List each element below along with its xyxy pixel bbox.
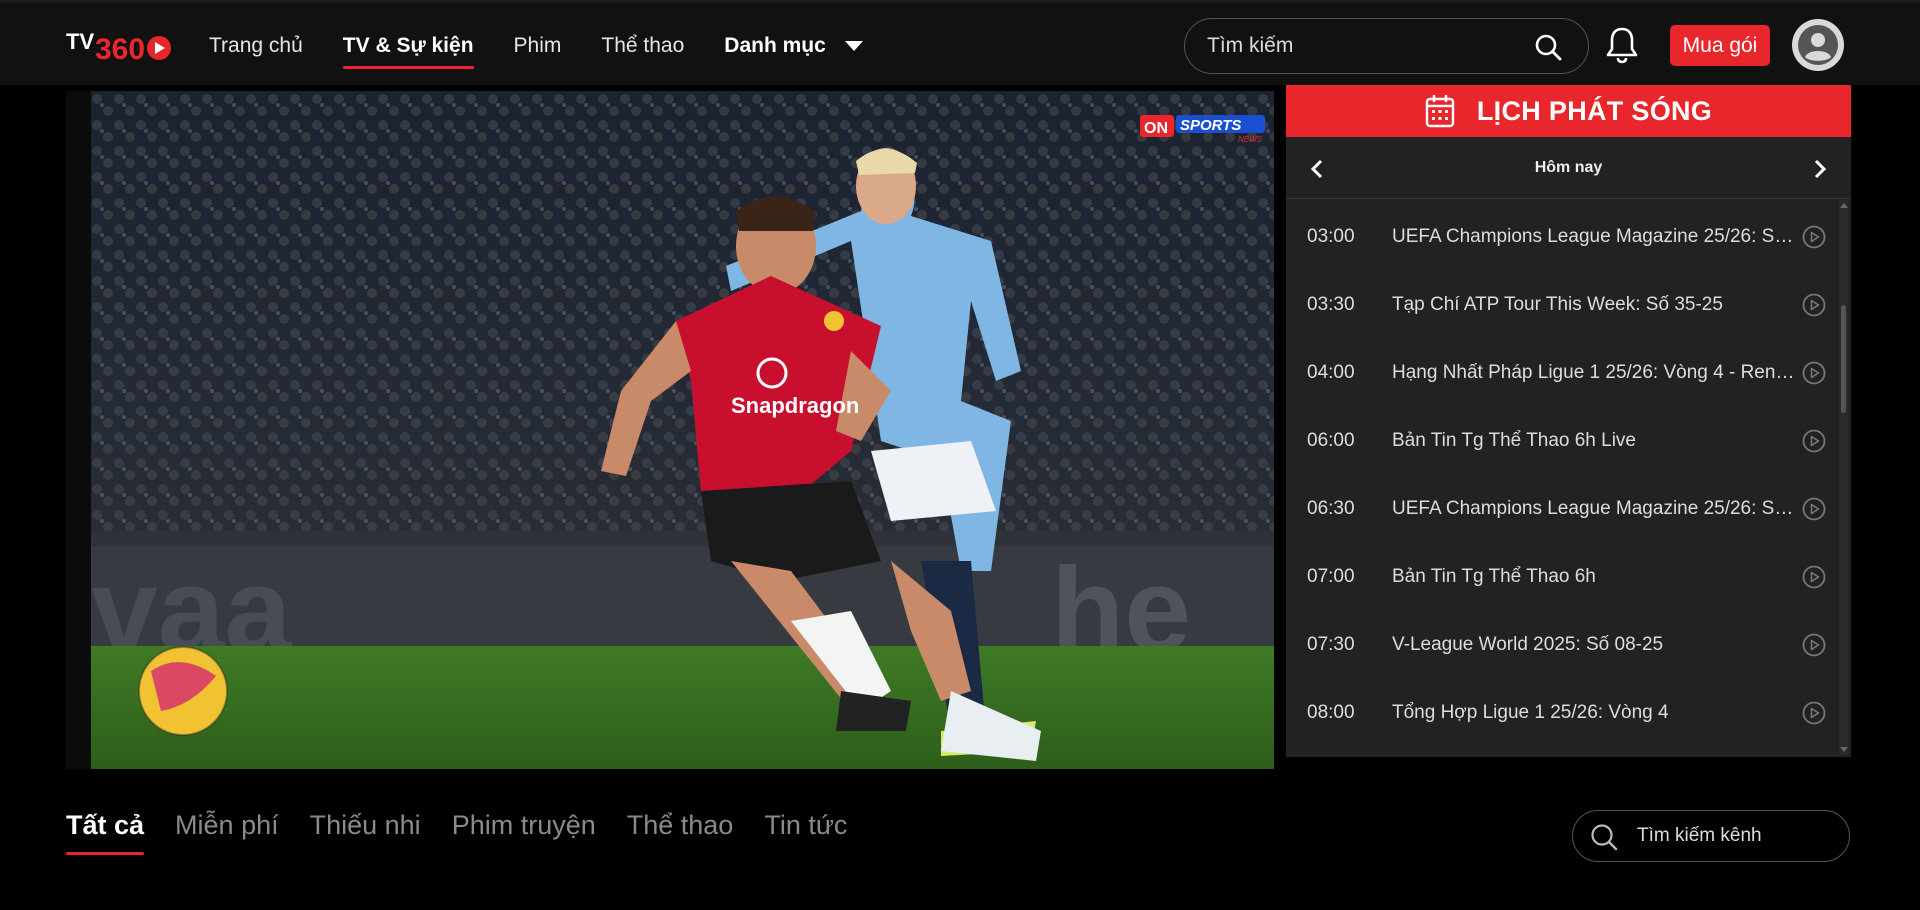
bell-icon[interactable] — [1604, 25, 1640, 65]
tab-news[interactable]: Tin tức — [764, 810, 847, 855]
channel-logo: ON SPORTS NEWS — [1140, 115, 1265, 143]
nav-item-sports[interactable]: Thể thao — [601, 3, 684, 88]
tab-free[interactable]: Miễn phí — [175, 810, 279, 855]
schedule-row[interactable]: 03:30 Tạp Chí ATP Tour This Week: Số 35-2… — [1286, 271, 1838, 339]
play-circle-icon[interactable] — [1802, 225, 1826, 249]
tv360-logo[interactable]: TV 360 — [66, 25, 172, 63]
buy-package-button[interactable]: Mua gói — [1670, 25, 1770, 66]
schedule-row[interactable]: 07:00 Bản Tin Tg Thể Thao 6h — [1286, 543, 1838, 611]
channel-search-input[interactable] — [1637, 825, 1827, 847]
broadcast-schedule-panel: LỊCH PHÁT SÓNG Hôm nay 03:00 UEFA Champio… — [1286, 85, 1851, 757]
schedule-header: LỊCH PHÁT SÓNG — [1286, 85, 1851, 137]
play-circle-icon[interactable] — [1802, 565, 1826, 589]
schedule-time: 03:00 — [1307, 226, 1355, 247]
nav-item-label: Danh mục — [724, 33, 826, 57]
schedule-program: V-League World 2025: Số 08-25 — [1392, 634, 1664, 655]
search-icon — [1591, 824, 1618, 851]
play-circle-icon[interactable] — [1802, 293, 1826, 317]
nav-item-label: Phim — [513, 33, 562, 57]
nav-item-label: TV & Sự kiện — [342, 33, 474, 57]
play-circle-icon[interactable] — [1802, 497, 1826, 521]
channel-category-tabs: Tất cả Miễn phí Thiếu nhi Phim truyện Th… — [66, 810, 878, 855]
schedule-program: UEFA Champions League Magazine 25/26: Số… — [1392, 226, 1802, 247]
schedule-row[interactable]: 07:30 V-League World 2025: Số 08-25 — [1286, 611, 1838, 679]
search-input[interactable]: Tìm kiếm — [1207, 34, 1588, 58]
chevron-left-icon[interactable] — [1310, 159, 1324, 179]
schedule-program: Bản Tin Tg Thể Thao 6h — [1392, 566, 1596, 587]
search-icon[interactable] — [1534, 33, 1562, 61]
chevron-down-icon — [844, 40, 863, 51]
play-circle-icon[interactable] — [1802, 361, 1826, 385]
day-selector: Hôm nay — [1286, 137, 1851, 199]
schedule-row[interactable]: 03:00 UEFA Champions League Magazine 25/2… — [1286, 203, 1838, 271]
scroll-down-icon[interactable] — [1840, 747, 1848, 752]
schedule-title: LỊCH PHÁT SÓNG — [1476, 95, 1713, 126]
schedule-time: 04:00 — [1307, 362, 1355, 383]
channel-logo-news: NEWS — [1238, 135, 1263, 143]
channel-logo-sports: SPORTS — [1180, 117, 1241, 134]
schedule-row[interactable]: 06:30 UEFA Champions League Magazine 25/2… — [1286, 475, 1838, 543]
play-circle-icon[interactable] — [1802, 633, 1826, 657]
channel-search-box[interactable] — [1572, 810, 1850, 862]
nav-item-label: Thể thao — [601, 33, 685, 57]
logo-tv-text: TV — [66, 29, 94, 54]
nav-item-categories[interactable]: Danh mục — [724, 3, 863, 88]
match-video-frame: vaa he Snapdragon — [91, 91, 1274, 769]
schedule-time: 06:30 — [1307, 498, 1355, 519]
schedule-row[interactable]: 06:00 Bản Tin Tg Thể Thao 6h Live — [1286, 407, 1838, 475]
schedule-program: Tạp Chí ATP Tour This Week: Số 35-25 — [1392, 294, 1723, 315]
schedule-program: UEFA Champions League Magazine 25/26: Số… — [1392, 498, 1802, 519]
top-header: TV 360 Trang chủ TV & Sự kiện Phim Thể t… — [0, 0, 1920, 85]
nav-item-home[interactable]: Trang chủ — [209, 3, 303, 88]
video-player[interactable]: vaa he Snapdragon — [91, 91, 1274, 769]
schedule-time: 06:00 — [1307, 430, 1355, 451]
schedule-list: 03:00 UEFA Champions League Magazine 25/2… — [1286, 200, 1838, 760]
jersey-sponsor-text: Snapdragon — [731, 393, 859, 418]
nav-item-movies[interactable]: Phim — [514, 3, 562, 88]
channel-logo-on: ON — [1144, 120, 1168, 137]
schedule-time: 03:30 — [1307, 294, 1355, 315]
search-box[interactable]: Tìm kiếm — [1184, 18, 1589, 74]
calendar-icon — [1425, 95, 1455, 128]
play-circle-icon[interactable] — [1802, 701, 1826, 725]
avatar[interactable] — [1792, 19, 1844, 71]
schedule-program: Tổng Hợp Ligue 1 25/26: Vòng 4 — [1392, 702, 1669, 723]
schedule-time: 08:00 — [1307, 702, 1355, 723]
schedule-scrollbar[interactable] — [1839, 200, 1848, 755]
play-circle-icon[interactable] — [1802, 429, 1826, 453]
tab-kids[interactable]: Thiếu nhi — [310, 810, 421, 855]
schedule-time: 07:30 — [1307, 634, 1355, 655]
schedule-program: Hạng Nhất Pháp Ligue 1 25/26: Vòng 4 - R… — [1392, 362, 1802, 383]
schedule-row[interactable]: 08:00 Tổng Hợp Ligue 1 25/26: Vòng 4 — [1286, 679, 1838, 747]
nav-item-tv-events[interactable]: TV & Sự kiện — [342, 3, 474, 88]
tab-all[interactable]: Tất cả — [66, 810, 145, 855]
day-label: Hôm nay — [1534, 158, 1603, 176]
schedule-program: Bản Tin Tg Thể Thao 6h Live — [1392, 430, 1637, 451]
main-nav: Trang chủ TV & Sự kiện Phim Thể thao Dan… — [209, 3, 903, 88]
tab-sports[interactable]: Thể thao — [627, 810, 734, 855]
logo-360-text: 360 — [95, 33, 145, 63]
nav-item-label: Trang chủ — [209, 33, 303, 57]
tab-series[interactable]: Phim truyện — [452, 810, 596, 855]
schedule-row[interactable]: 04:00 Hạng Nhất Pháp Ligue 1 25/26: Vòng … — [1286, 339, 1838, 407]
schedule-time: 07:00 — [1307, 566, 1355, 587]
scroll-up-icon[interactable] — [1840, 203, 1848, 208]
scrollbar-thumb[interactable] — [1841, 305, 1846, 413]
chevron-right-icon[interactable] — [1813, 159, 1827, 179]
user-icon — [1798, 25, 1838, 65]
